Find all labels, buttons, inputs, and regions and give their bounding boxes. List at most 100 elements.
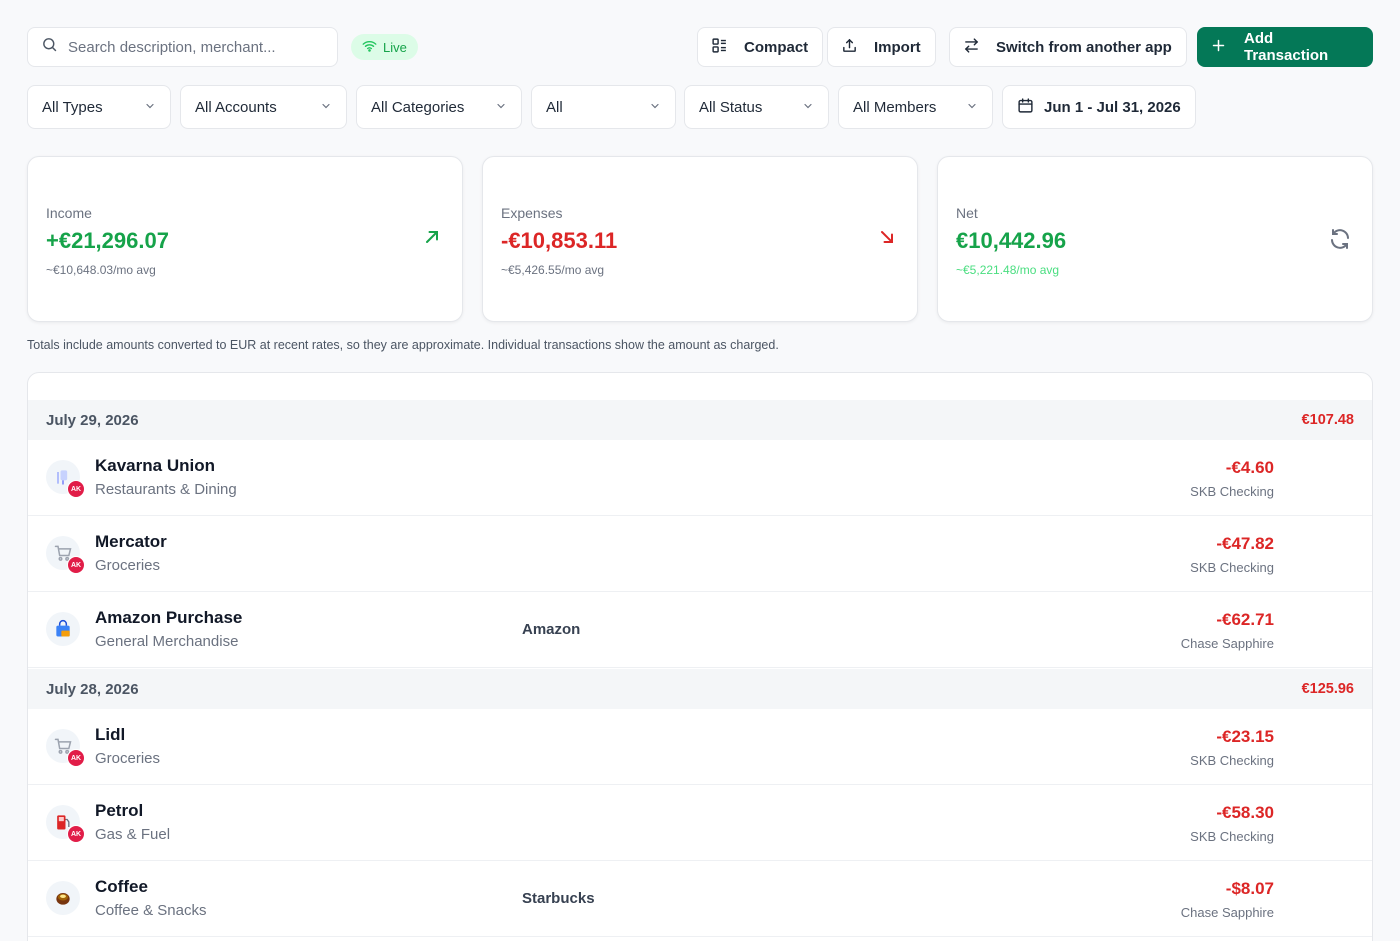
compact-button[interactable]: Compact bbox=[697, 27, 824, 67]
member-badge: AK bbox=[67, 749, 85, 767]
chevron-down-icon bbox=[649, 99, 661, 116]
table-row[interactable]: AK Lidl Groceries -€23.15 SKB Checking bbox=[28, 709, 1372, 785]
wifi-icon bbox=[362, 40, 377, 55]
transaction-amount: -€62.71 bbox=[1216, 610, 1274, 629]
search-box[interactable] bbox=[27, 27, 338, 67]
account-filter-value: All Accounts bbox=[195, 98, 277, 116]
category-filter-select[interactable]: All Categories bbox=[356, 85, 522, 129]
expenses-amount: -€10,853.11 bbox=[501, 228, 618, 253]
transaction-account: Chase Sapphire bbox=[1180, 905, 1274, 920]
list-layout-icon bbox=[711, 37, 728, 58]
date-group-header: July 28, 2026 €125.96 bbox=[28, 669, 1372, 709]
transaction-amount: -€23.15 bbox=[1216, 727, 1274, 746]
chevron-down-icon bbox=[144, 99, 156, 116]
expenses-card: Expenses -€10,853.11 ~€5,426.55/mo avg bbox=[482, 156, 918, 322]
type-filter-select[interactable]: All Types bbox=[27, 85, 171, 129]
generic-filter-select[interactable]: All bbox=[531, 85, 676, 129]
refresh-icon[interactable] bbox=[1328, 227, 1352, 256]
shopping-bag-icon bbox=[46, 612, 80, 646]
date-range-picker[interactable]: Jun 1 - Jul 31, 2026 bbox=[1002, 85, 1196, 129]
table-row[interactable]: AK Kavarna Union Restaurants & Dining -€… bbox=[28, 440, 1372, 516]
account-filter-select[interactable]: All Accounts bbox=[180, 85, 347, 129]
transaction-account: SKB Checking bbox=[1190, 560, 1274, 575]
expenses-label: Expenses bbox=[501, 205, 563, 221]
switch-app-label: Switch from another app bbox=[996, 38, 1172, 56]
transaction-account: SKB Checking bbox=[1190, 484, 1274, 499]
income-label: Income bbox=[46, 205, 92, 221]
transaction-category: Restaurants & Dining bbox=[95, 481, 237, 498]
search-input[interactable] bbox=[68, 38, 308, 56]
member-filter-value: All Members bbox=[853, 98, 937, 116]
transaction-amount: -€47.82 bbox=[1216, 534, 1274, 553]
date-group-header: July 29, 2026 €107.48 bbox=[28, 400, 1372, 440]
generic-filter-value: All bbox=[546, 98, 563, 116]
type-filter-value: All Types bbox=[42, 98, 103, 116]
switch-app-button[interactable]: Switch from another app bbox=[949, 27, 1187, 67]
transaction-category: Groceries bbox=[95, 557, 161, 574]
chevron-down-icon bbox=[802, 99, 814, 116]
table-row[interactable]: AK Mercator Groceries -€47.82 SKB Checki… bbox=[28, 516, 1372, 592]
top-toolbar: Live Compact Import Switch from another … bbox=[27, 27, 1373, 67]
transaction-merchant: Starbucks bbox=[522, 890, 595, 907]
arrow-up-right-icon bbox=[422, 227, 442, 252]
transaction-account: SKB Checking bbox=[1190, 753, 1274, 768]
group-total: €125.96 bbox=[1301, 681, 1354, 697]
add-transaction-button[interactable]: Add Transaction bbox=[1197, 27, 1373, 67]
calendar-icon bbox=[1017, 97, 1034, 118]
import-label: Import bbox=[874, 38, 921, 56]
live-badge: Live bbox=[351, 34, 418, 60]
transaction-category: Coffee & Snacks bbox=[95, 902, 207, 919]
income-card: Income +€21,296.07 ~€10,648.03/mo avg bbox=[27, 156, 463, 322]
net-card: Net €10,442.96 ~€5,221.48/mo avg bbox=[937, 156, 1373, 322]
status-filter-value: All Status bbox=[699, 98, 763, 116]
category-filter-value: All Categories bbox=[371, 98, 465, 116]
conversion-note: Totals include amounts converted to EUR … bbox=[27, 338, 779, 352]
transaction-name: Lidl bbox=[95, 725, 126, 744]
member-badge: AK bbox=[67, 556, 85, 574]
filter-bar: All Types All Accounts All Categories Al… bbox=[27, 85, 1373, 129]
transaction-name: Coffee bbox=[95, 877, 148, 896]
search-icon bbox=[41, 36, 58, 58]
transaction-account: Chase Sapphire bbox=[1180, 636, 1274, 651]
net-amount: €10,442.96 bbox=[956, 228, 1067, 253]
table-row[interactable]: Amazon Purchase General Merchandise Amaz… bbox=[28, 592, 1372, 668]
chevron-down-icon bbox=[320, 99, 332, 116]
swap-arrows-icon bbox=[963, 37, 980, 58]
chevron-down-icon bbox=[495, 99, 507, 116]
group-total: €107.48 bbox=[1301, 412, 1354, 428]
member-badge: AK bbox=[67, 480, 85, 498]
transaction-amount: -$8.07 bbox=[1225, 879, 1274, 898]
transaction-name: Amazon Purchase bbox=[95, 608, 243, 627]
transaction-name: Kavarna Union bbox=[95, 456, 215, 475]
transaction-name: Petrol bbox=[95, 801, 144, 820]
member-filter-select[interactable]: All Members bbox=[838, 85, 993, 129]
group-date: July 29, 2026 bbox=[46, 411, 139, 429]
coffee-icon bbox=[46, 881, 80, 915]
member-badge: AK bbox=[67, 825, 85, 843]
expenses-avg: ~€5,426.55/mo avg bbox=[501, 263, 605, 277]
table-row[interactable]: Coffee Coffee & Snacks Starbucks -$8.07 … bbox=[28, 861, 1372, 937]
plus-icon bbox=[1211, 38, 1226, 57]
transaction-account: SKB Checking bbox=[1190, 829, 1274, 844]
add-transaction-label: Add Transaction bbox=[1244, 30, 1329, 64]
live-label: Live bbox=[383, 39, 407, 55]
transaction-amount: -€58.30 bbox=[1216, 803, 1274, 822]
transaction-category: General Merchandise bbox=[95, 633, 239, 650]
chevron-down-icon bbox=[966, 99, 978, 116]
transaction-category: Gas & Fuel bbox=[95, 826, 171, 843]
transaction-name: Mercator bbox=[95, 532, 167, 551]
net-avg: ~€5,221.48/mo avg bbox=[956, 263, 1060, 277]
compact-label: Compact bbox=[744, 38, 809, 56]
transaction-amount: -€4.60 bbox=[1225, 458, 1274, 477]
status-filter-select[interactable]: All Status bbox=[684, 85, 829, 129]
group-date: July 28, 2026 bbox=[46, 680, 139, 698]
income-amount: +€21,296.07 bbox=[46, 228, 169, 253]
upload-icon bbox=[841, 37, 858, 58]
arrow-down-right-icon bbox=[877, 227, 897, 252]
import-button[interactable]: Import bbox=[827, 27, 936, 67]
table-row[interactable]: AK Petrol Gas & Fuel -€58.30 SKB Checkin… bbox=[28, 785, 1372, 861]
transaction-list: July 29, 2026 €107.48 AK Kavarna Union R… bbox=[27, 372, 1373, 941]
net-label: Net bbox=[956, 205, 978, 221]
transaction-category: Groceries bbox=[95, 750, 161, 767]
income-avg: ~€10,648.03/mo avg bbox=[46, 263, 156, 277]
